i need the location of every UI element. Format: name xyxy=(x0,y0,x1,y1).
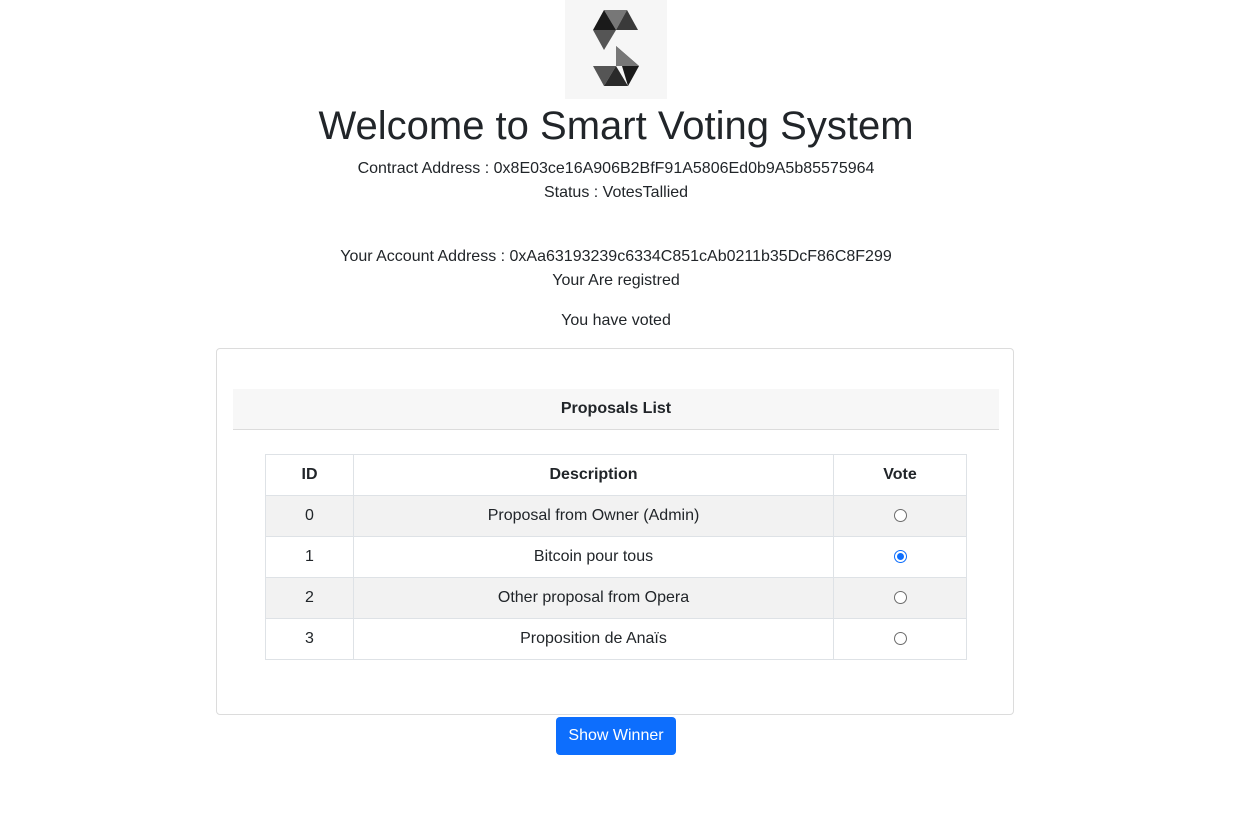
proposal-description: Other proposal from Opera xyxy=(353,577,834,619)
proposals-card: Proposals List ID Description Vote 0 Pro… xyxy=(216,348,1014,715)
account-address: Your Account Address : 0xAa63193239c6334… xyxy=(340,248,892,265)
proposal-id: 1 xyxy=(265,536,354,578)
vote-status: You have voted xyxy=(561,312,671,329)
column-header-vote: Vote xyxy=(833,454,967,496)
vote-cell xyxy=(833,618,967,660)
vote-radio[interactable] xyxy=(893,591,907,605)
vote-radio[interactable] xyxy=(893,509,907,523)
table-row: 3 Proposition de Anaïs xyxy=(265,618,967,660)
registration-status: Your Are registred xyxy=(552,272,680,289)
table-row: 1 Bitcoin pour tous xyxy=(265,536,967,578)
logo xyxy=(565,0,667,99)
table-row: 0 Proposal from Owner (Admin) xyxy=(265,495,967,537)
proposal-description: Bitcoin pour tous xyxy=(353,536,834,578)
proposal-id: 3 xyxy=(265,618,354,660)
vote-cell xyxy=(833,577,967,619)
proposals-table: ID Description Vote 0 Proposal from Owne… xyxy=(265,454,967,660)
proposal-id: 2 xyxy=(265,577,354,619)
workflow-status: Status : VotesTallied xyxy=(543,184,689,201)
page-title: Welcome to Smart Voting System xyxy=(318,104,914,148)
contract-address: Contract Address : 0x8E03ce16A906B2BfF91… xyxy=(357,160,875,177)
table-row: 2 Other proposal from Opera xyxy=(265,577,967,619)
column-header-description: Description xyxy=(353,454,834,496)
vote-radio[interactable] xyxy=(893,550,907,564)
proposals-card-header: Proposals List xyxy=(233,389,999,430)
vote-radio[interactable] xyxy=(893,632,907,646)
table-header-row: ID Description Vote xyxy=(265,454,967,496)
column-header-id: ID xyxy=(265,454,354,496)
vote-cell xyxy=(833,536,967,578)
vote-cell xyxy=(833,495,967,537)
proposal-description: Proposal from Owner (Admin) xyxy=(353,495,834,537)
show-winner-button[interactable]: Show Winner xyxy=(556,717,676,755)
solidity-logo-icon xyxy=(593,9,639,86)
proposal-description: Proposition de Anaïs xyxy=(353,618,834,660)
proposal-id: 0 xyxy=(265,495,354,537)
